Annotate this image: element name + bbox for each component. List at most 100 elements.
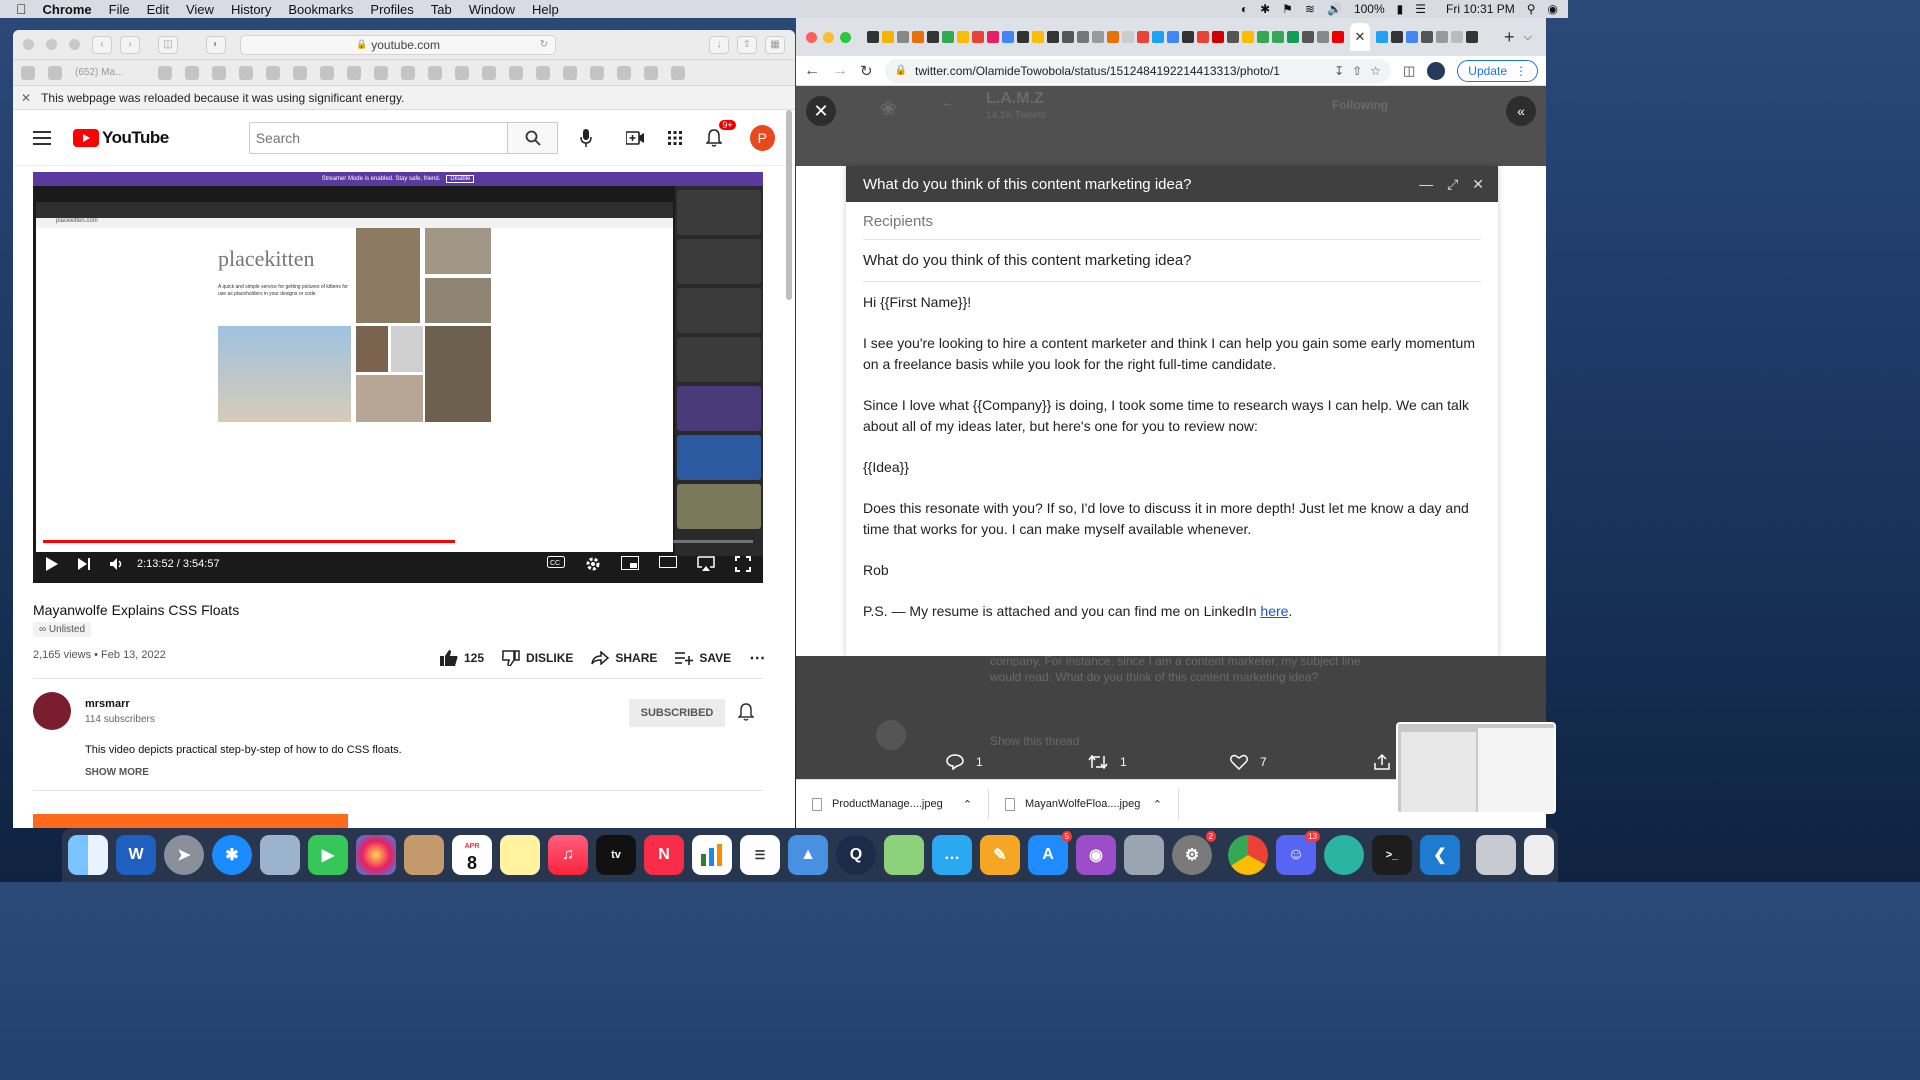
- calendar-icon[interactable]: APR 8: [452, 835, 492, 875]
- launchpad-icon[interactable]: ➤: [164, 835, 204, 875]
- tab-overview-icon[interactable]: ▦: [765, 35, 785, 54]
- app-store-icon[interactable]: A5: [1028, 831, 1072, 875]
- tab-favicon[interactable]: [1436, 31, 1448, 43]
- tab-favicon[interactable]: [882, 31, 894, 43]
- scrollbar[interactable]: [786, 110, 792, 300]
- image-capture-icon[interactable]: [1124, 835, 1164, 875]
- video-player[interactable]: Streamer Mode is enabled. Stay safe, fri…: [33, 172, 763, 583]
- more-options-icon[interactable]: ⋯: [749, 648, 766, 668]
- wifi-icon[interactable]: ≋: [1305, 2, 1315, 16]
- system-preferences-icon[interactable]: ⚙ 2: [1172, 831, 1216, 875]
- vscode-icon[interactable]: ❮: [1420, 835, 1460, 875]
- tab-favicon[interactable]: [1212, 31, 1224, 43]
- active-tab-close-icon[interactable]: ✕: [1350, 23, 1370, 51]
- search-input[interactable]: [248, 121, 508, 154]
- menu-edit[interactable]: Edit: [147, 2, 169, 17]
- new-tab-button[interactable]: +: [1504, 27, 1515, 48]
- battery-percent[interactable]: 100%: [1354, 2, 1385, 16]
- favorite-item[interactable]: [644, 65, 658, 80]
- menu-bookmarks[interactable]: Bookmarks: [288, 2, 353, 17]
- tab-favicon[interactable]: [1406, 31, 1418, 43]
- tab-favicon[interactable]: [1167, 31, 1179, 43]
- photos-icon[interactable]: [356, 835, 396, 875]
- bluetooth-icon[interactable]: ✱: [1260, 2, 1270, 16]
- tab-favicon[interactable]: [867, 31, 879, 43]
- reminders-icon[interactable]: ☰: [740, 835, 780, 875]
- video-progress-bar[interactable]: [43, 540, 753, 543]
- profile-avatar[interactable]: [1427, 61, 1446, 80]
- forward-arrow-icon[interactable]: →: [832, 62, 848, 80]
- favorite-item[interactable]: [158, 65, 172, 80]
- theater-mode-icon[interactable]: [659, 556, 677, 572]
- close-viewer-button[interactable]: ✕: [806, 96, 836, 126]
- reload-icon[interactable]: ↻: [860, 62, 873, 80]
- share-button[interactable]: SHARE: [591, 651, 657, 665]
- menu-profiles[interactable]: Profiles: [370, 2, 413, 17]
- pages-icon[interactable]: ✎: [980, 835, 1020, 875]
- show-more-button[interactable]: SHOW MORE: [85, 767, 149, 778]
- preview-icon[interactable]: [260, 835, 300, 875]
- finder-icon[interactable]: [68, 835, 108, 875]
- download-item[interactable]: ProductManage....jpeg ⌃: [796, 789, 989, 819]
- favorite-item[interactable]: [536, 65, 550, 80]
- tab-favicon[interactable]: [1032, 31, 1044, 43]
- tab-favicon[interactable]: [1302, 31, 1314, 43]
- settings-gear-icon[interactable]: [585, 556, 601, 572]
- tab-favicon[interactable]: [1257, 31, 1269, 43]
- menu-window[interactable]: Window: [469, 2, 515, 17]
- download-item[interactable]: MayanWolfeFloa....jpeg ⌃: [989, 789, 1179, 819]
- favorite-item[interactable]: [347, 65, 361, 80]
- tab-favicon[interactable]: [957, 31, 969, 43]
- fullscreen-icon[interactable]: [735, 556, 751, 572]
- favorite-item[interactable]: [482, 65, 496, 80]
- close-icon[interactable]: ✕: [21, 91, 31, 105]
- tab-favicon[interactable]: [1466, 31, 1478, 43]
- collapse-panel-icon[interactable]: «: [1506, 96, 1536, 126]
- menu-view[interactable]: View: [186, 2, 214, 17]
- favorite-item[interactable]: [48, 65, 62, 80]
- chrome-icon[interactable]: [1228, 835, 1268, 875]
- close-window-button[interactable]: [23, 39, 34, 50]
- battery-icon[interactable]: ▮: [1397, 2, 1404, 16]
- tab-favicon[interactable]: [1451, 31, 1463, 43]
- favorite-item[interactable]: [590, 65, 604, 80]
- channel-avatar[interactable]: [33, 692, 71, 730]
- menu-tab[interactable]: Tab: [431, 2, 452, 17]
- music-icon[interactable]: ♫: [548, 835, 588, 875]
- favorite-item[interactable]: [428, 65, 442, 80]
- screenshot-thumbnail[interactable]: [1396, 722, 1556, 814]
- favorite-item[interactable]: [266, 65, 280, 80]
- apps-grid-icon[interactable]: [663, 126, 686, 150]
- back-arrow-icon[interactable]: ←: [804, 62, 820, 80]
- menu-file[interactable]: File: [109, 2, 130, 17]
- tab-favicon[interactable]: [942, 31, 954, 43]
- favorite-item[interactable]: [239, 65, 253, 80]
- download-icon[interactable]: ↓: [709, 35, 729, 54]
- tab-favicon[interactable]: [1272, 31, 1284, 43]
- search-button[interactable]: [507, 121, 559, 154]
- facetime-icon[interactable]: ▶: [308, 835, 348, 875]
- messages-icon[interactable]: …: [932, 835, 972, 875]
- numbers-icon[interactable]: [692, 835, 732, 875]
- menu-help[interactable]: Help: [532, 2, 559, 17]
- document-icon[interactable]: [1524, 835, 1554, 875]
- zoom-window-button[interactable]: [69, 39, 80, 50]
- apple-tv-icon[interactable]: tv: [596, 835, 636, 875]
- like-button[interactable]: 125: [440, 650, 484, 666]
- forward-button[interactable]: ›: [120, 35, 140, 54]
- youtube-tab-preview[interactable]: (652) Ma...: [75, 67, 145, 78]
- loom-icon[interactable]: [1324, 835, 1364, 875]
- minimize-window-button[interactable]: [823, 31, 834, 43]
- tab-favicon[interactable]: [1122, 31, 1134, 43]
- airplay-icon[interactable]: [697, 556, 715, 572]
- apple-icon[interactable]: : [16, 1, 27, 17]
- favorite-item[interactable]: [455, 65, 469, 80]
- share-icon[interactable]: ⇧: [737, 35, 757, 54]
- tab-favicon[interactable]: [1047, 31, 1059, 43]
- terminal-icon[interactable]: >_: [1372, 835, 1412, 875]
- captions-icon[interactable]: CC: [547, 556, 565, 572]
- install-icon[interactable]: ↧: [1334, 64, 1344, 78]
- tab-favicon[interactable]: [972, 31, 984, 43]
- volume-icon[interactable]: [109, 557, 125, 571]
- tab-search-icon[interactable]: ⌵: [1524, 31, 1532, 44]
